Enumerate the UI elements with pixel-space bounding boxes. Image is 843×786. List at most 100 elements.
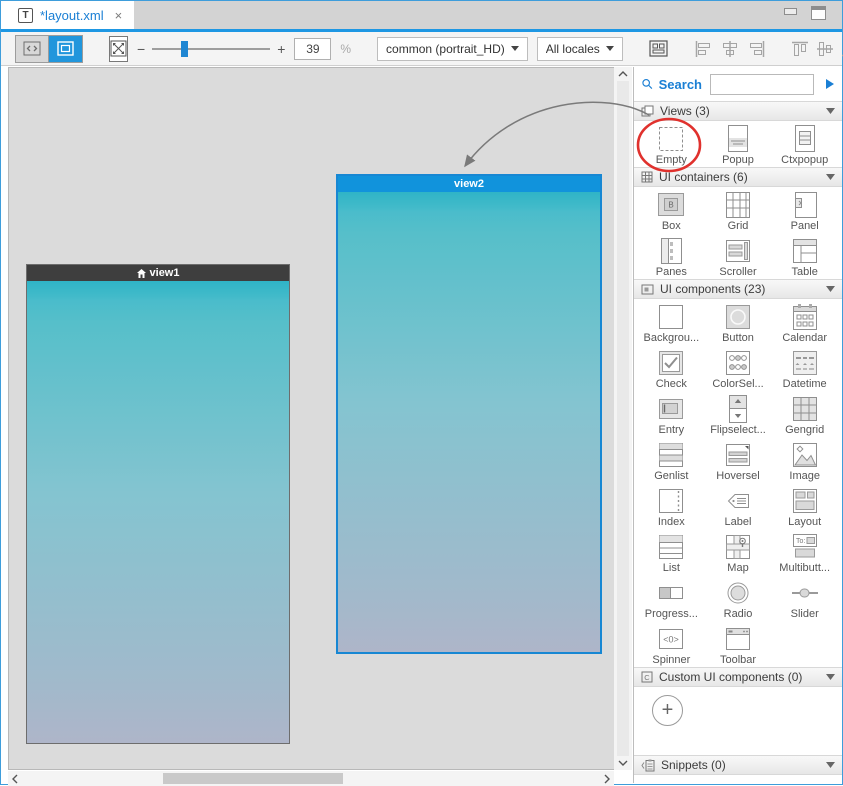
zoom-out-button[interactable]: − xyxy=(137,42,145,56)
genlist-icon xyxy=(653,439,689,470)
ui-containers-section-icon xyxy=(641,171,653,183)
palette-item-popup[interactable]: Popup xyxy=(705,123,772,167)
palette-item-gengrid[interactable]: Gengrid xyxy=(771,393,838,437)
source-view-icon xyxy=(23,41,41,56)
collapse-chevron-icon xyxy=(826,286,835,292)
vertical-scroll-track[interactable] xyxy=(617,81,629,756)
align-left-button[interactable] xyxy=(694,37,712,61)
scroll-up-icon[interactable] xyxy=(618,71,628,77)
source-view-button[interactable] xyxy=(16,36,49,62)
palette-item-spinner[interactable]: <0> Spinner xyxy=(638,623,705,667)
palette-item-layout[interactable]: Layout xyxy=(771,485,838,529)
palette-item-hoversel[interactable]: Hoversel xyxy=(705,439,772,483)
palette-row: Index Label Layout xyxy=(634,483,842,529)
search-input[interactable] xyxy=(710,74,814,95)
palette-item-panes[interactable]: Panes xyxy=(638,235,705,279)
zoom-level-input[interactable] xyxy=(294,38,331,60)
zoom-slider-thumb[interactable] xyxy=(181,41,188,57)
palette-item-image[interactable]: Image xyxy=(771,439,838,483)
palette-item-list[interactable]: List xyxy=(638,531,705,575)
sidebar-bottom-filler xyxy=(634,775,842,783)
palette-item-label: Genlist xyxy=(654,470,688,482)
view1-mockup[interactable]: view1 xyxy=(26,264,290,744)
design-canvas[interactable]: view1 view2 xyxy=(8,67,614,770)
palette-item-genlist[interactable]: Genlist xyxy=(638,439,705,483)
palette-row: Panes Scroller Table xyxy=(634,233,842,279)
scroll-left-icon[interactable] xyxy=(12,774,18,784)
palette-item-toolbar[interactable]: Toolbar xyxy=(705,623,772,667)
profile-select[interactable]: common (portrait_HD) xyxy=(377,37,528,61)
zoom-in-button[interactable]: + xyxy=(277,42,285,56)
section-header-custom-components[interactable]: C Custom UI components (0) xyxy=(634,667,842,687)
section-title: Custom UI components (0) xyxy=(659,670,820,684)
palette-item-label: Empty xyxy=(656,154,687,166)
palette-item-label: Scroller xyxy=(719,266,756,278)
slider-icon xyxy=(787,577,823,608)
zoom-slider: − + xyxy=(137,41,285,57)
palette-item-panel[interactable]: Panel xyxy=(771,189,838,233)
palette-item-ctxpopup[interactable]: Ctxpopup xyxy=(771,123,838,167)
palette-item-button[interactable]: Button xyxy=(705,301,772,345)
palette-item-label[interactable]: Label xyxy=(705,485,772,529)
section-header-ui-containers[interactable]: UI containers (6) xyxy=(634,167,842,187)
tab-layout-xml[interactable]: T *layout.xml × xyxy=(9,1,134,29)
section-header-ui-components[interactable]: UI components (23) xyxy=(634,279,842,299)
palette-item-label: Button xyxy=(722,332,754,344)
view2-body[interactable] xyxy=(338,192,600,652)
palette-item-label: Multibutt... xyxy=(779,562,830,574)
palette-item-empty[interactable]: Empty xyxy=(638,123,705,167)
scroll-right-icon[interactable] xyxy=(604,774,610,784)
section-header-snippets[interactable]: Snippets (0) xyxy=(634,755,842,775)
hoversel-icon xyxy=(720,439,756,470)
align-right-button[interactable] xyxy=(748,37,766,61)
search-go-icon[interactable] xyxy=(826,79,834,89)
palette-row: Genlist Hoversel Image xyxy=(634,437,842,483)
palette-item-label: Grid xyxy=(728,220,749,232)
tab-close-icon[interactable]: × xyxy=(115,8,123,23)
horizontal-scrollbar[interactable] xyxy=(8,771,614,786)
palette-item-colorselector[interactable]: ColorSel... xyxy=(705,347,772,391)
palette-item-map[interactable]: Map xyxy=(705,531,772,575)
add-custom-component-button[interactable]: + xyxy=(652,695,683,726)
maximize-view-icon[interactable] xyxy=(811,6,826,20)
palette-item-check[interactable]: Check xyxy=(638,347,705,391)
zoom-slider-track[interactable] xyxy=(152,41,270,57)
align-middle-button[interactable] xyxy=(817,37,833,61)
button-icon xyxy=(720,301,756,332)
views-section-icon xyxy=(641,105,654,117)
align-top-button[interactable] xyxy=(792,37,808,61)
editor-content: view1 view2 xyxy=(1,67,842,783)
palette-item-box[interactable]: B Box xyxy=(638,189,705,233)
palette-item-calendar[interactable]: Calendar xyxy=(771,301,838,345)
palette-item-table[interactable]: Table xyxy=(771,235,838,279)
section-title: UI components (23) xyxy=(660,282,820,296)
view2-header[interactable]: view2 xyxy=(338,176,600,192)
palette-item-flipselector[interactable]: Flipselect... xyxy=(705,393,772,437)
palette-item-multibuttonentry[interactable]: To: Multibutt... xyxy=(771,531,838,575)
palette-item-background[interactable]: Backgrou... xyxy=(638,301,705,345)
view1-body[interactable] xyxy=(27,281,289,743)
minimize-view-icon[interactable] xyxy=(784,8,797,15)
grid-preview-button[interactable] xyxy=(649,37,668,61)
palette-item-grid[interactable]: Grid xyxy=(705,189,772,233)
align-center-button[interactable] xyxy=(721,37,739,61)
view1-header[interactable]: view1 xyxy=(27,265,289,281)
palette-item-slider[interactable]: Slider xyxy=(771,577,838,621)
locale-select[interactable]: All locales xyxy=(537,37,623,61)
view2-mockup[interactable]: view2 xyxy=(336,174,602,654)
palette-item-entry[interactable]: Entry xyxy=(638,393,705,437)
palette-item-index[interactable]: Index xyxy=(638,485,705,529)
scroll-down-icon[interactable] xyxy=(618,760,628,766)
section-header-views[interactable]: Views (3) xyxy=(634,101,842,121)
palette-item-label: Label xyxy=(725,516,752,528)
check-icon xyxy=(653,347,689,378)
palette-item-scroller[interactable]: Scroller xyxy=(705,235,772,279)
fit-to-screen-button[interactable] xyxy=(109,36,128,62)
palette-item-datetime[interactable]: Datetime xyxy=(771,347,838,391)
palette-item-radio[interactable]: Radio xyxy=(705,577,772,621)
palette-item-progressbar[interactable]: Progress... xyxy=(638,577,705,621)
horizontal-scroll-thumb[interactable] xyxy=(163,773,343,784)
design-view-button[interactable] xyxy=(49,36,82,62)
vertical-scrollbar[interactable] xyxy=(614,67,632,770)
palette-item-label: Progress... xyxy=(645,608,698,620)
